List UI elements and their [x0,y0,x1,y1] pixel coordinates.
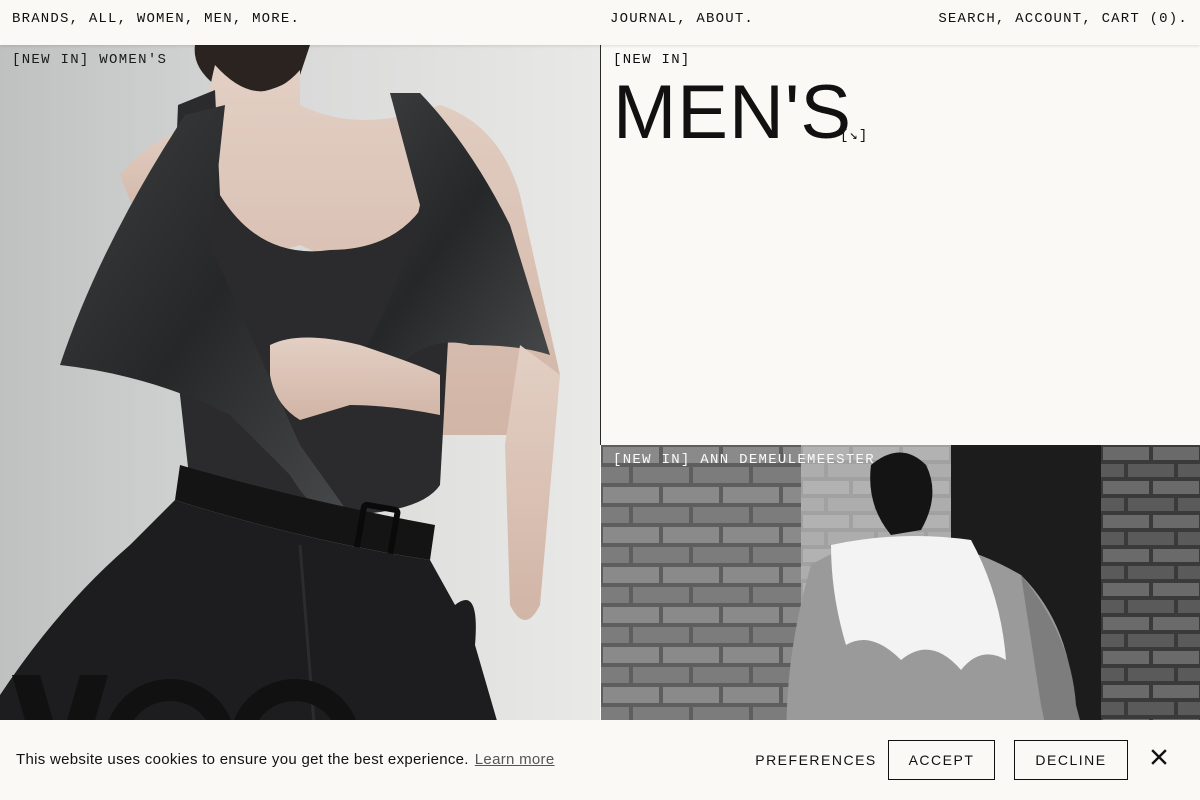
nav-brands[interactable]: BRANDS, [12,11,79,27]
nav-women[interactable]: WOMEN, [137,11,195,27]
arrow-down-right-icon: [↘] [840,128,869,144]
cookie-message: This website uses cookies to ensure you … [16,751,555,768]
top-navigation: BRANDS, ALL, WOMEN, MEN, MORE. JOURNAL, … [0,0,1200,45]
nav-account[interactable]: ACCOUNT, [1015,11,1092,27]
nav-more[interactable]: MORE. [252,11,300,27]
close-icon[interactable] [1150,748,1168,766]
preferences-button[interactable]: PREFERENCES [752,740,880,780]
nav-journal[interactable]: JOURNAL, [610,11,687,27]
decline-button[interactable]: DECLINE [1014,740,1128,780]
nav-search[interactable]: SEARCH, [938,11,1005,27]
learn-more-link[interactable]: Learn more [475,751,555,768]
nav-left: BRANDS, ALL, WOMEN, MEN, MORE. [12,11,300,27]
mens-label: [NEW IN] [613,52,691,68]
nav-center: JOURNAL, ABOUT. [610,11,754,27]
mens-panel[interactable]: [NEW IN] MEN'S [↘] [601,45,1200,445]
mens-title: MEN'S [613,70,853,155]
nav-cart[interactable]: CART (0). [1102,11,1188,27]
ann-demeulemeester-label: [NEW IN] ANN DEMEULEMEESTER [613,452,875,468]
womens-photo [0,45,600,800]
womens-panel[interactable]: [NEW IN] WOMEN'S [0,45,600,800]
cookie-banner: This website uses cookies to ensure you … [0,720,1200,800]
nav-all[interactable]: ALL, [89,11,127,27]
womens-label: [NEW IN] WOMEN'S [12,52,168,68]
nav-men[interactable]: MEN, [204,11,242,27]
accept-button[interactable]: ACCEPT [888,740,995,780]
nav-right: SEARCH, ACCOUNT, CART (0). [938,11,1188,27]
cookie-text: This website uses cookies to ensure you … [16,751,469,768]
nav-about[interactable]: ABOUT. [696,11,754,27]
